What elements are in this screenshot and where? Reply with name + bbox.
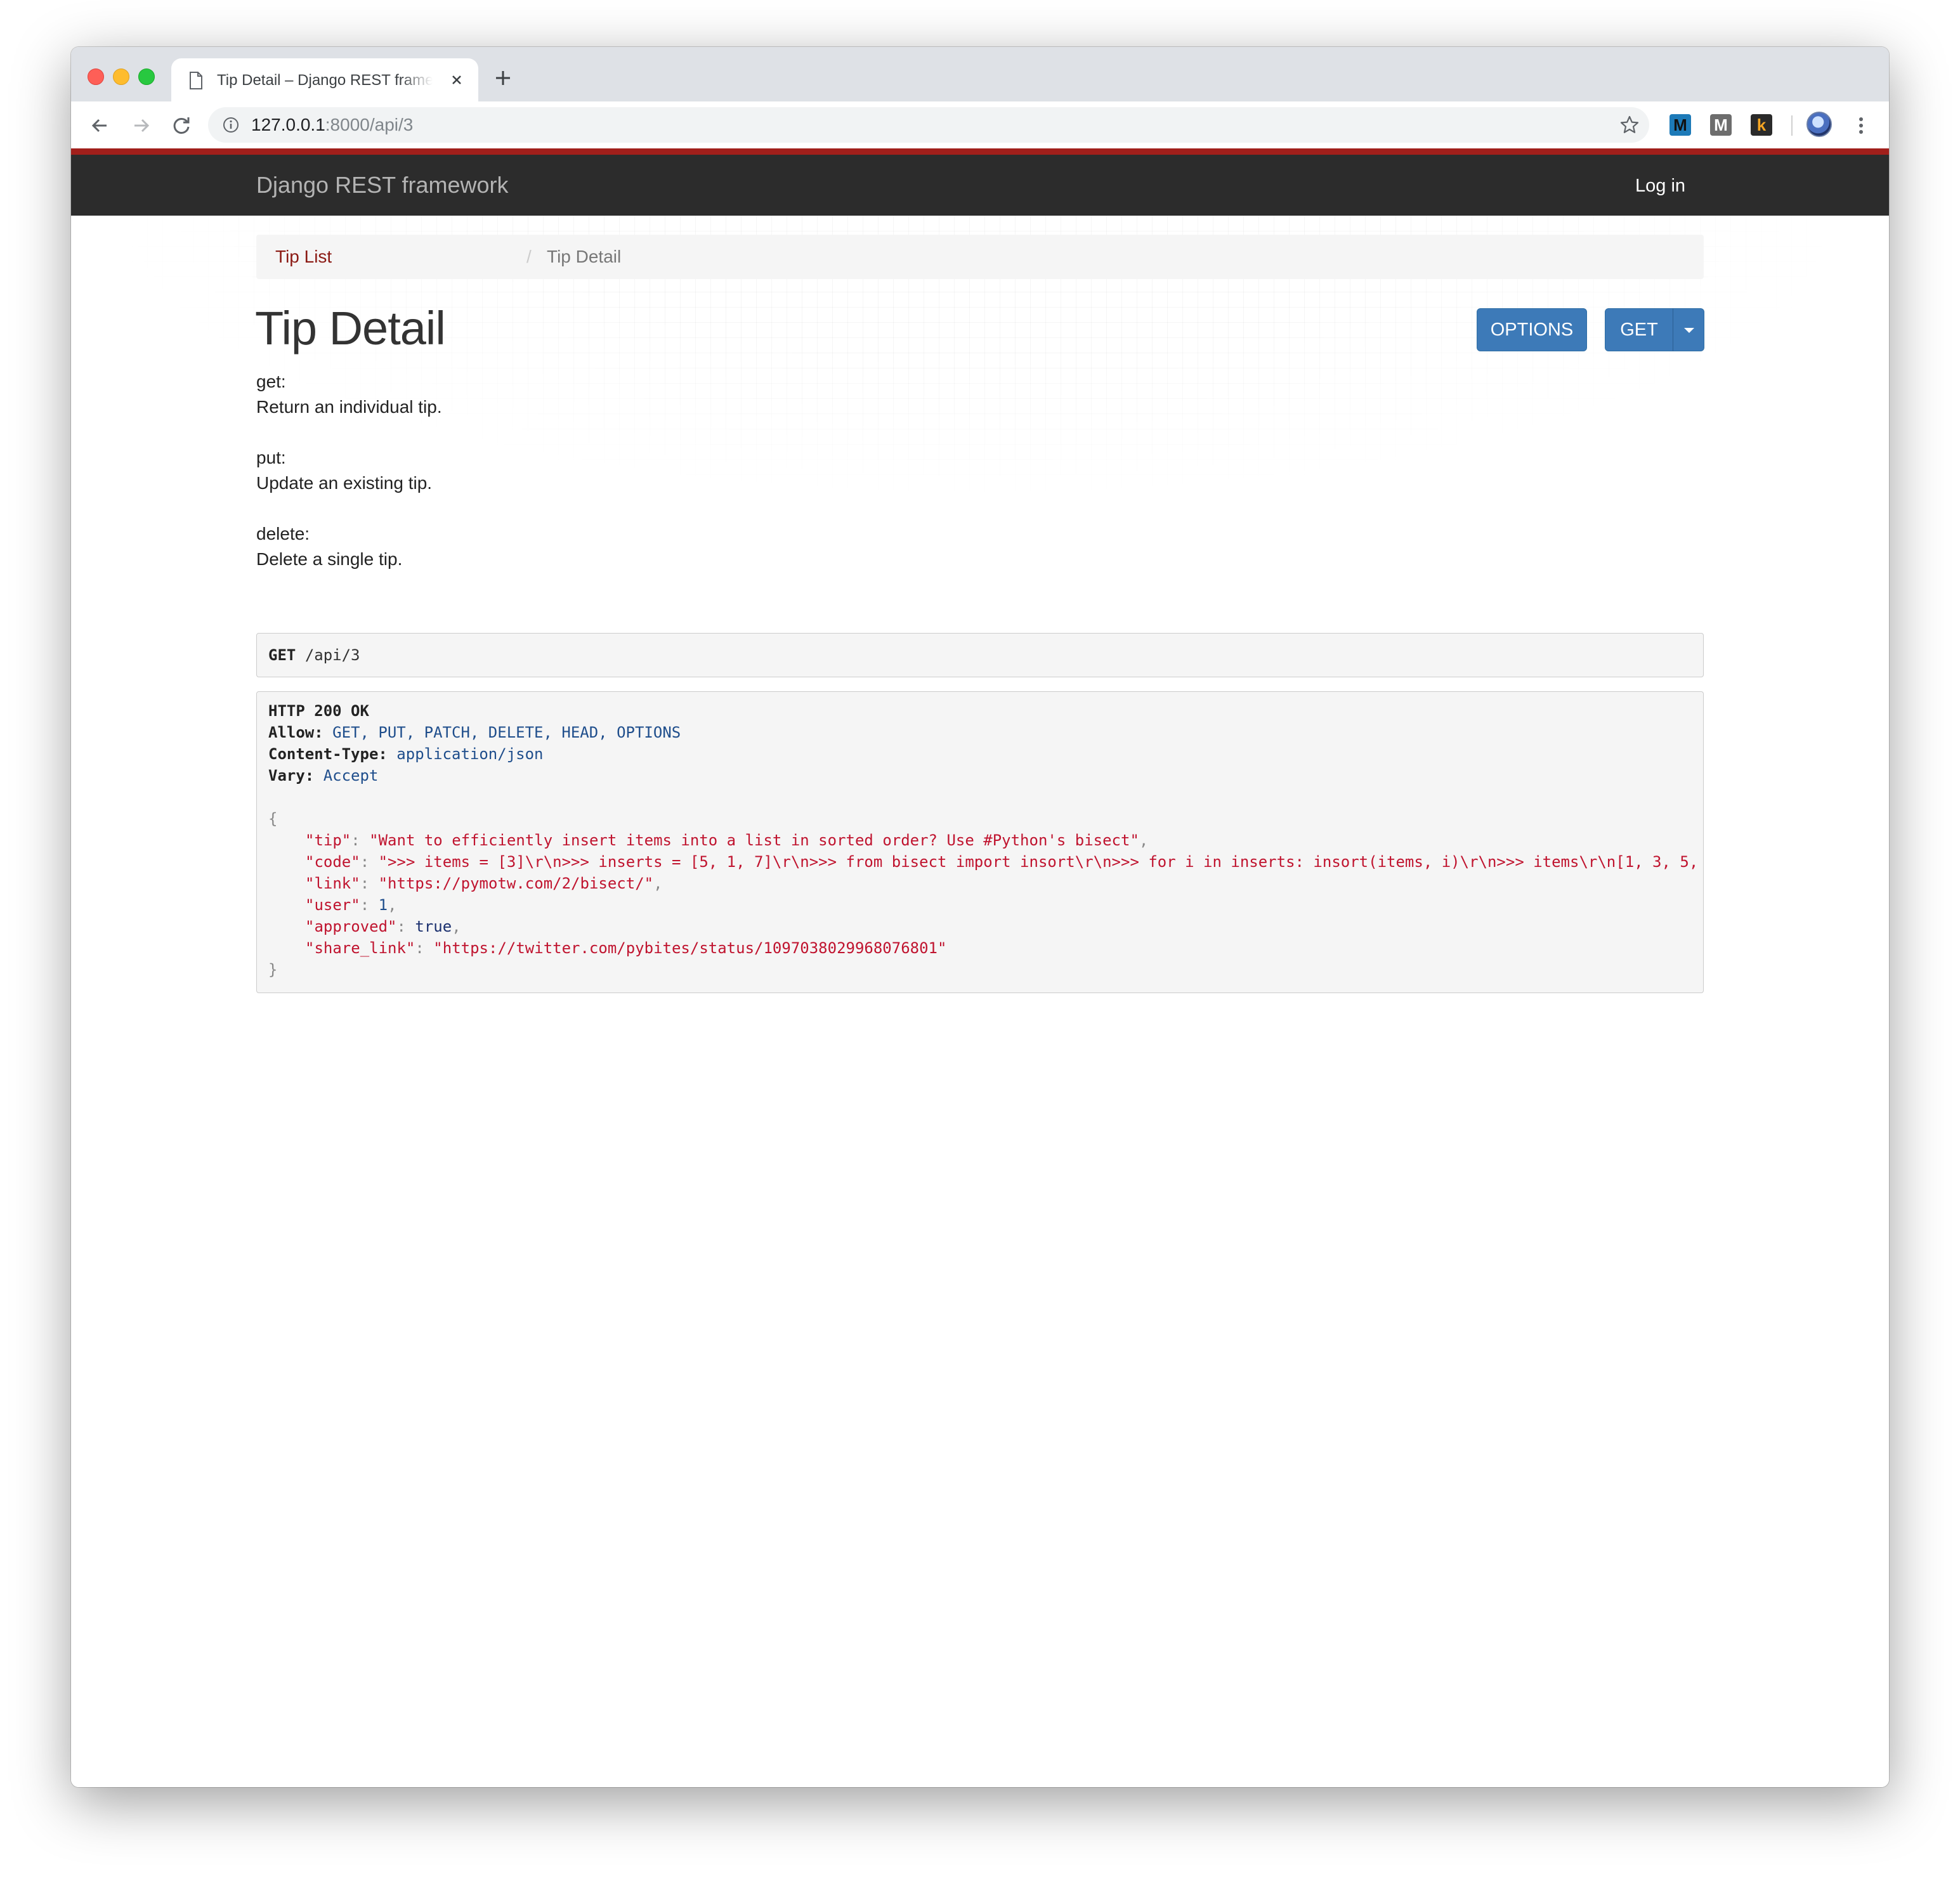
page-title: Tip Detail — [255, 302, 446, 355]
page-content: Django REST framework Log in Tip List / … — [71, 148, 1889, 1787]
extension-k-icon[interactable]: k — [1751, 114, 1772, 136]
caret-down-icon — [1684, 328, 1694, 333]
options-button[interactable]: OPTIONS — [1477, 308, 1587, 351]
extension-gmail-icon[interactable]: M — [1710, 114, 1732, 136]
document-icon — [190, 72, 202, 89]
request-path: /api/3 — [304, 646, 360, 664]
close-tab-icon[interactable] — [447, 70, 467, 90]
extension-m-icon[interactable]: M — [1669, 114, 1691, 136]
close-window-button[interactable] — [88, 68, 104, 85]
header-value: GET, PUT, PATCH, DELETE, HEAD, OPTIONS — [332, 724, 681, 741]
info-icon[interactable] — [222, 116, 240, 134]
forward-arrow-icon[interactable] — [128, 113, 154, 138]
header-name: Vary: — [268, 767, 315, 784]
new-tab-icon[interactable] — [492, 67, 514, 89]
description-text: Update an existing tip. — [256, 473, 433, 493]
description-text: Return an individual tip. — [256, 397, 442, 417]
minimize-window-button[interactable] — [113, 68, 129, 85]
reload-icon[interactable] — [169, 113, 194, 138]
browser-toolbar: 127.0.0.1:8000/api/3 M M k — [71, 101, 1889, 149]
get-format-dropdown-button[interactable] — [1673, 308, 1704, 351]
description-method: delete: — [256, 524, 310, 543]
json-close-brace: } — [268, 961, 278, 979]
url-text: 127.0.0.1:8000/api/3 — [251, 115, 414, 134]
bookmark-star-icon[interactable] — [1619, 115, 1640, 135]
json-open-brace: { — [268, 810, 278, 828]
kebab-menu-icon[interactable] — [1855, 113, 1867, 138]
back-arrow-icon[interactable] — [88, 113, 113, 138]
header-name: Allow: — [268, 724, 323, 741]
json-line: "user": 1, — [305, 896, 397, 914]
description-method: get: — [256, 372, 286, 391]
get-button[interactable]: GET — [1605, 308, 1673, 351]
breadcrumb-separator: / — [526, 247, 532, 266]
json-line: "approved": true, — [305, 918, 461, 935]
toolbar-divider — [1791, 115, 1793, 136]
address-bar[interactable]: 127.0.0.1:8000/api/3 — [208, 107, 1649, 143]
request-info: GET /api/3 — [256, 633, 1704, 677]
maximize-window-button[interactable] — [138, 68, 155, 85]
request-method: GET — [268, 646, 296, 664]
tab-strip: Tip Detail – Django REST framework — [71, 47, 1889, 101]
breadcrumb-current: Tip Detail — [547, 247, 622, 266]
breadcrumb: Tip List / Tip Detail — [256, 235, 1704, 279]
profile-avatar[interactable] — [1806, 112, 1832, 137]
tab-title: Tip Detail – Django REST framework — [217, 72, 433, 89]
browser-tab[interactable]: Tip Detail – Django REST framework — [171, 58, 478, 101]
json-line: "share_link": "https://twitter.com/pybit… — [305, 939, 947, 957]
json-line: "link": "https://pymotw.com/2/bisect/", — [305, 875, 663, 892]
json-line: "tip": "Want to efficiently insert items… — [305, 831, 1149, 849]
response-info: HTTP 200 OK Allow: GET, PUT, PATCH, DELE… — [256, 691, 1704, 993]
header-name: Content-Type: — [268, 745, 388, 763]
header-value: application/json — [396, 745, 544, 763]
breadcrumb-tip-list-link[interactable]: Tip List — [275, 247, 332, 267]
top-navbar: Django REST framework Log in — [71, 148, 1889, 216]
json-line: "code": ">>> items = [3]\r\n>>> inserts … — [305, 853, 1704, 871]
description-method: put: — [256, 448, 286, 467]
header-value: Accept — [323, 767, 379, 784]
brand-link[interactable]: Django REST framework — [256, 171, 508, 199]
description-text: Delete a single tip. — [256, 549, 403, 569]
response-status: HTTP 200 OK — [268, 702, 369, 720]
login-link[interactable]: Log in — [1635, 174, 1685, 197]
browser-window: Tip Detail – Django REST framework 127 — [71, 47, 1889, 1787]
